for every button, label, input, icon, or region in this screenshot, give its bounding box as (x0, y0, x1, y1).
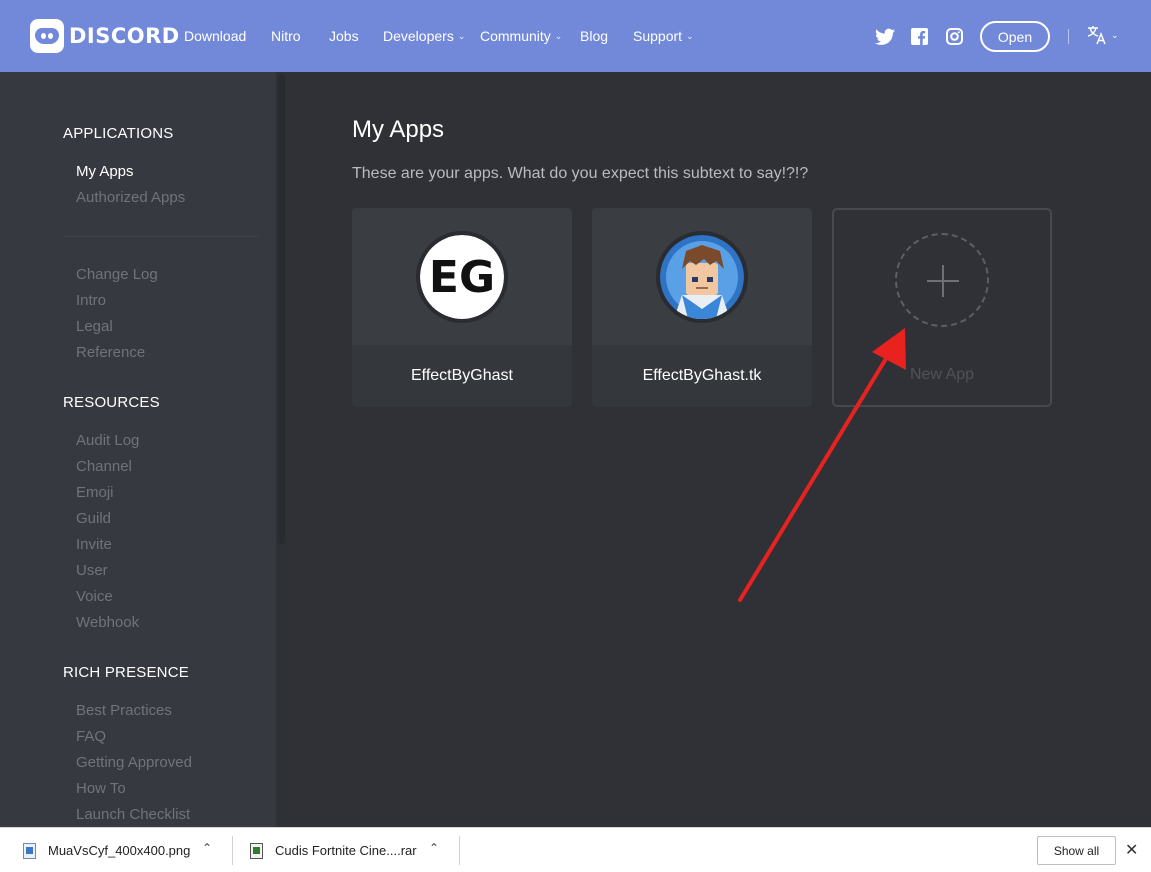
download-bar: MuaVsCyf_400x400.png ⌃ Cudis Fortnite Ci… (0, 827, 1151, 872)
page-title: My Apps (352, 116, 445, 143)
nav-developers[interactable]: Developers ⌄ (383, 28, 465, 44)
download-item[interactable]: Cudis Fortnite Cine....rar (250, 828, 417, 872)
section-title-rich-presence: RICH PRESENCE (63, 664, 189, 681)
sidebar-item-user[interactable]: User (76, 562, 108, 579)
app-avatar: EG (416, 230, 508, 323)
chevron-down-icon: ⌄ (554, 30, 563, 41)
eg-logo-icon: EG (420, 234, 504, 319)
section-title-resources: RESOURCES (63, 394, 160, 411)
sidebar-item-best-practices[interactable]: Best Practices (76, 702, 172, 719)
sidebar-item-change-log[interactable]: Change Log (76, 266, 158, 283)
sidebar-item-audit-log[interactable]: Audit Log (76, 432, 139, 449)
sidebar: APPLICATIONS My Apps Authorized Apps Cha… (0, 72, 287, 827)
facebook-icon[interactable] (911, 28, 928, 45)
sidebar-divider (63, 236, 259, 237)
add-circle (895, 233, 989, 327)
sidebar-scrollbar[interactable] (276, 72, 287, 827)
nav-support[interactable]: Support ⌄ (633, 28, 694, 44)
nav-divider (1068, 29, 1069, 44)
download-item[interactable]: MuaVsCyf_400x400.png (23, 828, 190, 872)
sidebar-item-reference[interactable]: Reference (76, 344, 145, 361)
sidebar-item-authorized-apps[interactable]: Authorized Apps (76, 189, 185, 206)
nav-jobs[interactable]: Jobs (329, 28, 359, 44)
nav-blog[interactable]: Blog (580, 28, 608, 44)
app-avatar (656, 230, 748, 323)
sidebar-item-channel[interactable]: Channel (76, 458, 132, 475)
svg-text:EG: EG (429, 252, 495, 303)
twitter-icon[interactable] (875, 28, 895, 46)
download-filename: Cudis Fortnite Cine....rar (275, 843, 417, 858)
download-filename: MuaVsCyf_400x400.png (48, 843, 191, 858)
sidebar-item-faq[interactable]: FAQ (76, 728, 106, 745)
section-title-applications: APPLICATIONS (63, 125, 174, 142)
instagram-icon[interactable] (946, 28, 963, 45)
sidebar-item-voice[interactable]: Voice (76, 588, 113, 605)
discord-logo[interactable]: DISCORD (30, 18, 180, 54)
translate-icon (1087, 26, 1106, 45)
sidebar-item-getting-approved[interactable]: Getting Approved (76, 754, 192, 771)
close-icon[interactable]: ✕ (1125, 840, 1138, 860)
discord-logo-icon (30, 19, 64, 53)
chevron-down-icon: ⌄ (1111, 29, 1119, 40)
sidebar-item-webhook[interactable]: Webhook (76, 614, 139, 631)
chevron-down-icon: ⌄ (457, 30, 466, 41)
image-file-icon (23, 842, 36, 859)
scrollbar-thumb[interactable] (278, 74, 285, 544)
nav-nitro[interactable]: Nitro (271, 28, 301, 44)
open-button[interactable]: Open (980, 21, 1050, 52)
nav-community[interactable]: Community ⌄ (480, 28, 562, 44)
sidebar-item-invite[interactable]: Invite (76, 536, 112, 553)
show-all-button[interactable]: Show all (1037, 836, 1116, 865)
minecraft-avatar-icon (660, 234, 744, 319)
app-name: EffectByGhast (411, 367, 513, 384)
chevron-up-icon[interactable]: ⌃ (429, 841, 439, 855)
page-subtext: These are your apps. What do you expect … (352, 165, 809, 182)
chevron-down-icon: ⌄ (686, 30, 694, 41)
sidebar-item-emoji[interactable]: Emoji (76, 484, 114, 501)
brand-wordmark: DISCORD (69, 24, 180, 48)
sidebar-item-legal[interactable]: Legal (76, 318, 113, 335)
language-selector[interactable]: ⌄ (1086, 24, 1119, 46)
chevron-up-icon[interactable]: ⌃ (202, 841, 212, 855)
top-navbar: DISCORD Download Nitro Jobs Developers ⌄ … (0, 0, 1151, 72)
app-card[interactable]: EG EffectByGhast (352, 208, 572, 407)
nav-download[interactable]: Download (184, 28, 246, 44)
red-annotation-arrow-icon (738, 328, 906, 602)
sidebar-item-guild[interactable]: Guild (76, 510, 111, 527)
archive-file-icon (250, 842, 263, 859)
sidebar-item-intro[interactable]: Intro (76, 292, 106, 309)
sidebar-item-how-to[interactable]: How To (76, 780, 126, 797)
sidebar-item-launch-checklist[interactable]: Launch Checklist (76, 806, 190, 823)
sidebar-item-my-apps[interactable]: My Apps (76, 163, 134, 180)
